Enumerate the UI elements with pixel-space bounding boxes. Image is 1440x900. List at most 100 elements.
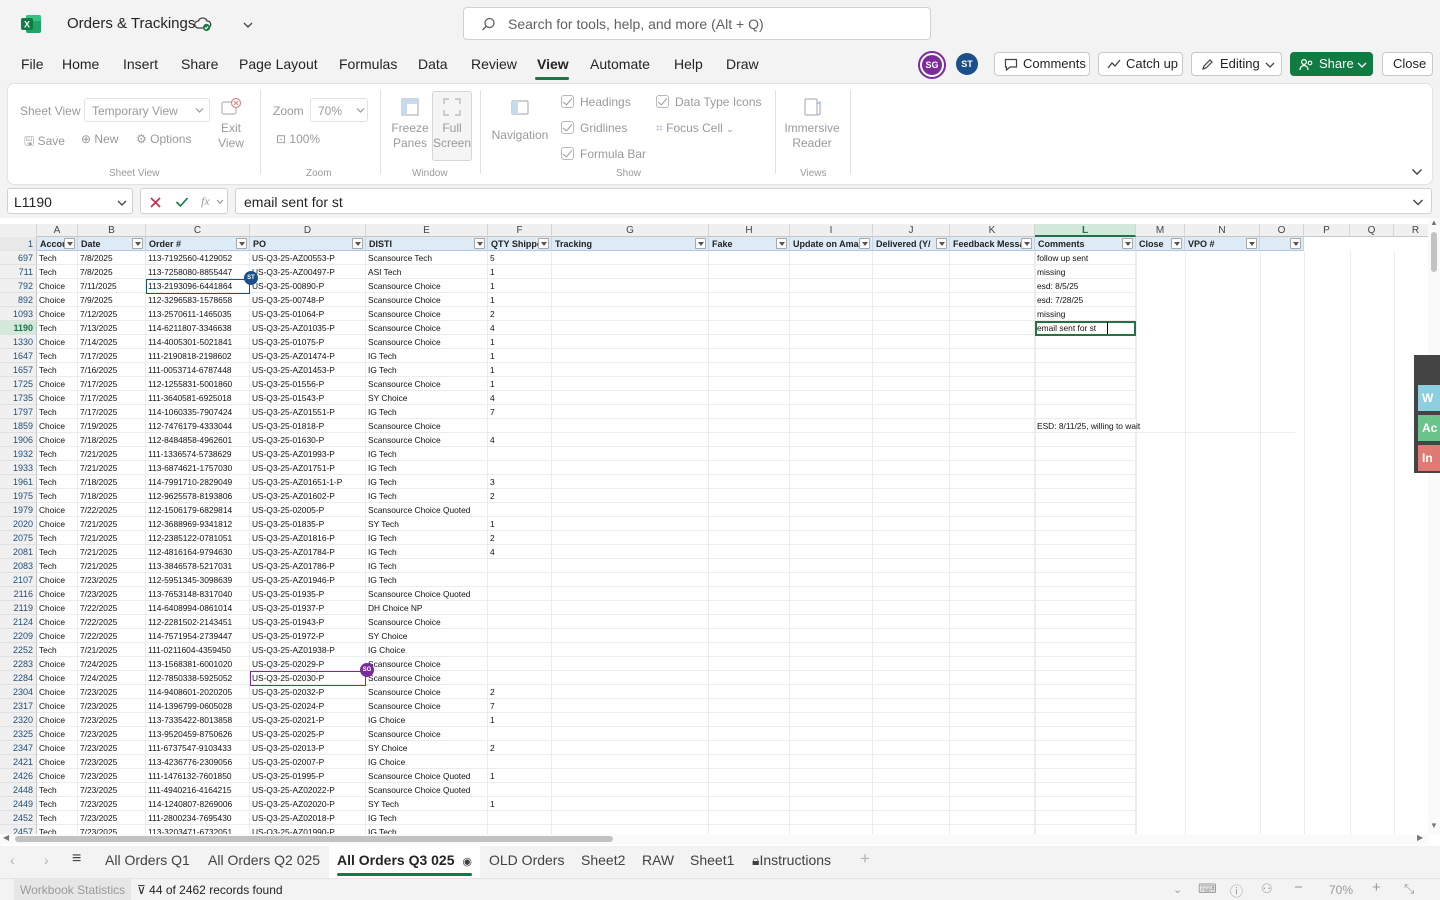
- row-header[interactable]: 2426: [0, 769, 37, 783]
- table-cell[interactable]: [552, 755, 709, 769]
- feedback-icon[interactable]: ⚇: [1261, 881, 1273, 897]
- row-header[interactable]: 2347: [0, 741, 37, 755]
- horizontal-scrollbar[interactable]: ◀ ▶: [0, 833, 1428, 844]
- table-header-cell[interactable]: QTY Shippe: [488, 237, 552, 251]
- column-header-o[interactable]: O: [1260, 224, 1304, 237]
- table-cell[interactable]: US-Q3-25-01937-P: [250, 601, 366, 615]
- table-cell[interactable]: 7/24/2025: [78, 671, 146, 685]
- row-header[interactable]: 2325: [0, 727, 37, 741]
- table-cell[interactable]: [552, 531, 709, 545]
- row-header[interactable]: 792: [0, 279, 37, 293]
- table-cell[interactable]: 111-2190818-2198602: [146, 349, 250, 363]
- table-cell[interactable]: [950, 545, 1035, 559]
- table-cell[interactable]: IG Tech: [366, 475, 488, 489]
- table-cell[interactable]: Choice: [37, 741, 78, 755]
- table-cell[interactable]: US-Q3-25-AZ02020-P: [250, 797, 366, 811]
- table-cell[interactable]: Tech: [37, 363, 78, 377]
- row-header[interactable]: 2449: [0, 797, 37, 811]
- tab-sheet2[interactable]: Sheet2: [581, 852, 625, 868]
- table-header-cell[interactable]: Close: [1136, 237, 1185, 251]
- column-header-h[interactable]: H: [709, 224, 790, 237]
- tab-scroll-right-icon[interactable]: ›: [44, 852, 49, 868]
- table-cell[interactable]: 7/22/2025: [78, 503, 146, 517]
- table-cell[interactable]: [790, 797, 873, 811]
- table-cell[interactable]: 7/17/2025: [78, 377, 146, 391]
- comment-cell[interactable]: [1035, 783, 1136, 797]
- table-header-cell[interactable]: DISTI: [366, 237, 488, 251]
- table-cell[interactable]: US-Q3-25-AZ01816-P: [250, 531, 366, 545]
- fit-screen-icon[interactable]: ⤡: [1404, 881, 1414, 897]
- table-cell[interactable]: 7/23/2025: [78, 587, 146, 601]
- table-cell[interactable]: [709, 419, 790, 433]
- table-cell[interactable]: Tech: [37, 545, 78, 559]
- table-cell[interactable]: [790, 741, 873, 755]
- table-cell[interactable]: 7/24/2025: [78, 657, 146, 671]
- table-cell[interactable]: IG Tech: [366, 559, 488, 573]
- table-cell[interactable]: Choice: [37, 699, 78, 713]
- table-cell[interactable]: [552, 545, 709, 559]
- table-cell[interactable]: [950, 503, 1035, 517]
- comment-cell[interactable]: [1035, 643, 1136, 657]
- table-cell[interactable]: 7/23/2025: [78, 741, 146, 755]
- table-cell[interactable]: Scansource Choice: [366, 433, 488, 447]
- filter-dropdown-icon[interactable]: [695, 238, 706, 249]
- fx-chevron-icon[interactable]: [216, 199, 224, 205]
- table-cell[interactable]: 112-2385122-0781051: [146, 531, 250, 545]
- table-cell[interactable]: [950, 293, 1035, 307]
- table-cell[interactable]: IG Tech: [366, 461, 488, 475]
- workbook-title[interactable]: Orders & Trackings: [67, 15, 195, 32]
- table-cell[interactable]: [950, 601, 1035, 615]
- table-cell[interactable]: [552, 503, 709, 517]
- table-cell[interactable]: [552, 713, 709, 727]
- catch-up-button[interactable]: Catch up: [1098, 52, 1183, 76]
- table-cell[interactable]: 7/19/2025: [78, 419, 146, 433]
- table-cell[interactable]: 2: [488, 741, 552, 755]
- table-cell[interactable]: SY Choice: [366, 391, 488, 405]
- table-cell[interactable]: 112-1255831-5001860: [146, 377, 250, 391]
- table-cell[interactable]: Tech: [37, 461, 78, 475]
- table-cell[interactable]: US-Q3-25-02005-P: [250, 503, 366, 517]
- tab-old-orders[interactable]: OLD Orders: [489, 852, 564, 868]
- table-cell[interactable]: 7/9/2025: [78, 293, 146, 307]
- menu-data[interactable]: Data: [418, 56, 448, 72]
- table-cell[interactable]: [552, 461, 709, 475]
- table-cell[interactable]: IG Tech: [366, 363, 488, 377]
- comment-cell[interactable]: [1035, 713, 1136, 727]
- table-cell[interactable]: [873, 279, 950, 293]
- table-cell[interactable]: [709, 783, 790, 797]
- table-cell[interactable]: [950, 713, 1035, 727]
- table-cell[interactable]: [790, 629, 873, 643]
- table-cell[interactable]: IG Tech: [366, 349, 488, 363]
- table-cell[interactable]: [552, 293, 709, 307]
- table-cell[interactable]: IG Tech: [366, 405, 488, 419]
- comment-cell[interactable]: missing: [1035, 265, 1136, 279]
- scroll-right-arrow-icon[interactable]: ▶: [1417, 833, 1423, 842]
- table-cell[interactable]: 7/14/2025: [78, 335, 146, 349]
- table-cell[interactable]: 114-9408601-2020205: [146, 685, 250, 699]
- table-cell[interactable]: 114-1240807-8269006: [146, 797, 250, 811]
- table-cell[interactable]: [709, 755, 790, 769]
- comment-cell[interactable]: [1035, 601, 1136, 615]
- table-cell[interactable]: [873, 545, 950, 559]
- table-cell[interactable]: [873, 629, 950, 643]
- row-header[interactable]: 1933: [0, 461, 37, 475]
- menu-view[interactable]: View: [537, 56, 569, 72]
- table-cell[interactable]: US-Q3-25-01995-P: [250, 769, 366, 783]
- table-cell[interactable]: [709, 643, 790, 657]
- table-cell[interactable]: 1: [488, 517, 552, 531]
- navigation-button[interactable]: Navigation: [489, 96, 551, 142]
- table-cell[interactable]: [709, 615, 790, 629]
- table-cell[interactable]: [950, 755, 1035, 769]
- table-cell[interactable]: US-Q3-25-AZ01035-P: [250, 321, 366, 335]
- comment-cell[interactable]: [1035, 657, 1136, 671]
- expand-formula-chevron-icon[interactable]: [1412, 198, 1424, 207]
- comment-cell[interactable]: [1035, 349, 1136, 363]
- table-cell[interactable]: Scansource Choice: [366, 615, 488, 629]
- row-header[interactable]: 1735: [0, 391, 37, 405]
- row-header[interactable]: 2107: [0, 573, 37, 587]
- help-improve-icon[interactable]: ⓘ: [1230, 881, 1243, 900]
- row-header[interactable]: 1797: [0, 405, 37, 419]
- table-cell[interactable]: [488, 419, 552, 433]
- table-header-cell[interactable]: Accou: [37, 237, 78, 251]
- table-cell[interactable]: 7/23/2025: [78, 699, 146, 713]
